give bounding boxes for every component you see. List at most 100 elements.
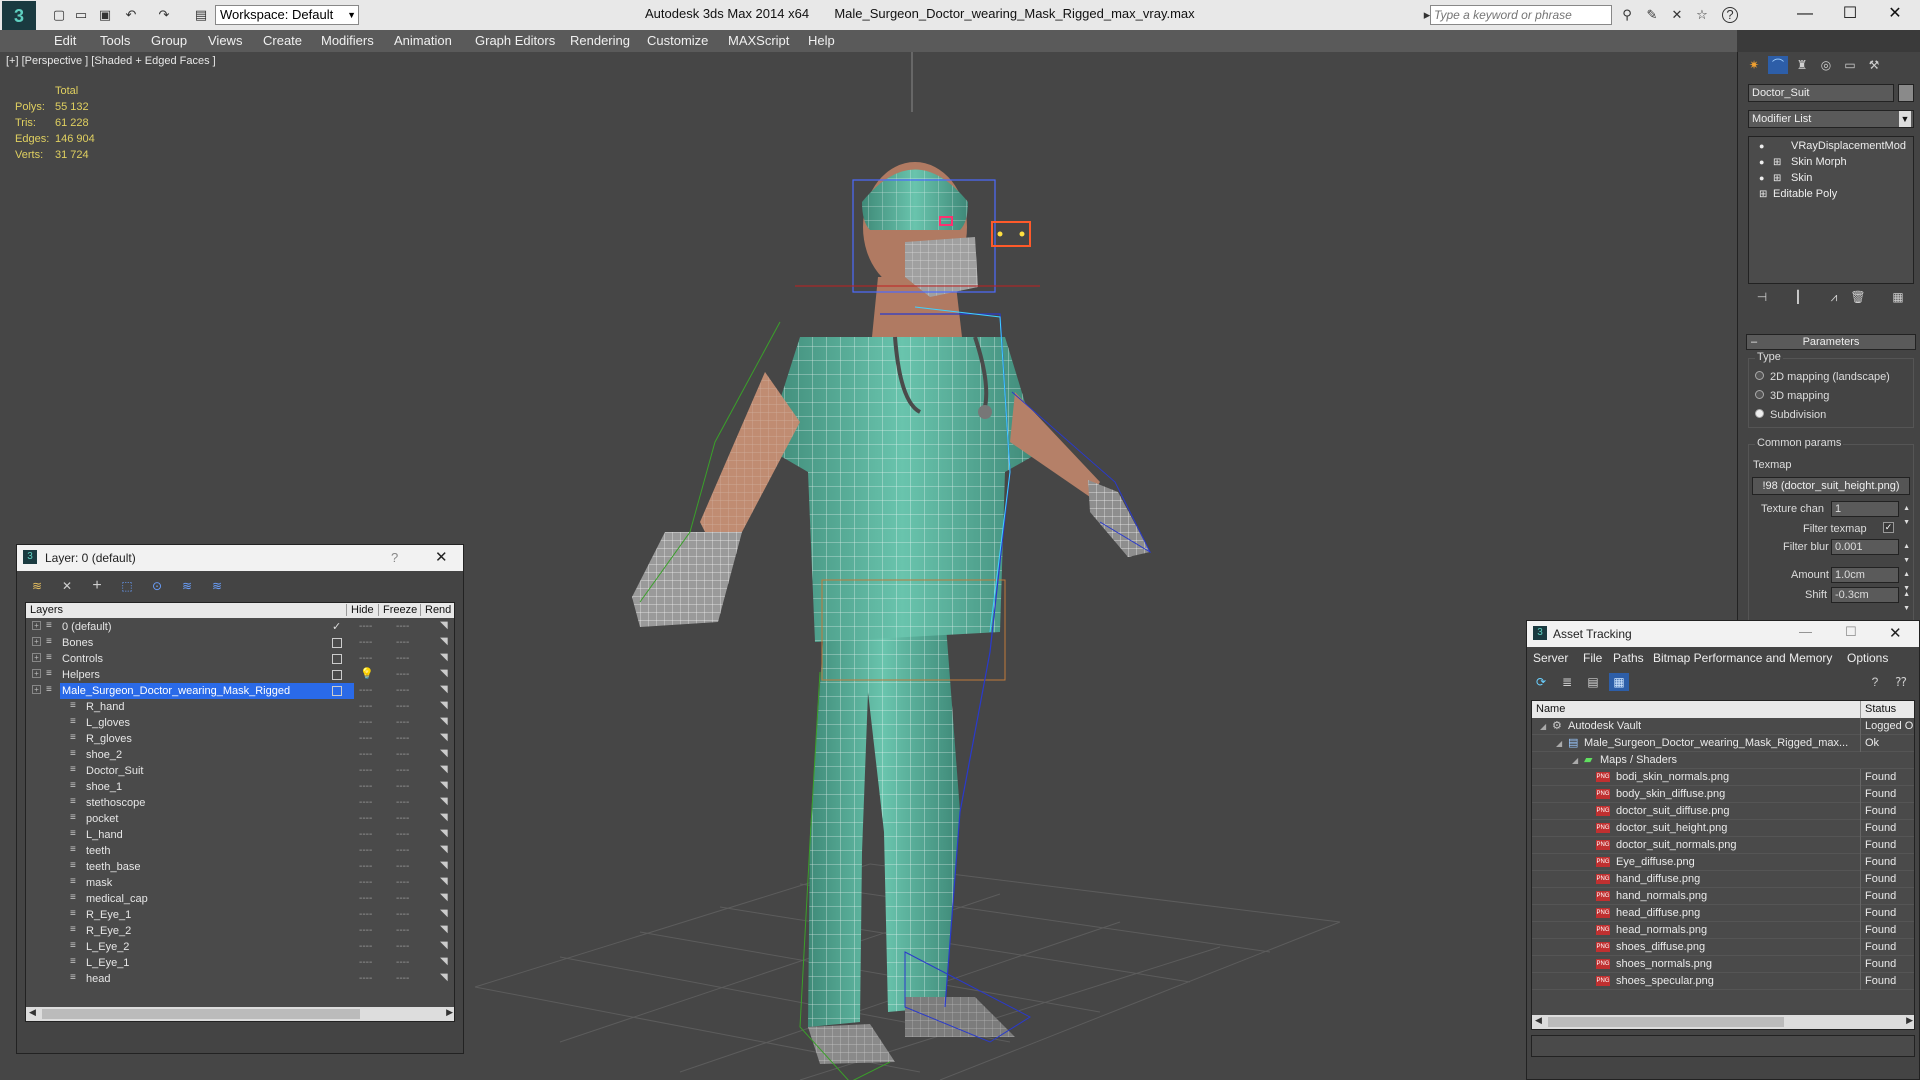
at-menu-paths[interactable]: Paths (1613, 651, 1644, 665)
layer-row[interactable]: + ≡ Helpers 💡 ---- ◥ (26, 667, 454, 683)
hide-toggle[interactable]: ---- (359, 686, 372, 696)
layer-row[interactable]: ≡ R_Eye_2 ---- ---- ◥ (26, 923, 454, 939)
layer-row[interactable]: ≡ R_Eye_1 ---- ---- ◥ (26, 907, 454, 923)
layer-row[interactable]: ≡ R_gloves ---- ---- ◥ (26, 731, 454, 747)
spinner-arrows-icon[interactable]: ▲ ▼ (1903, 588, 1910, 616)
pin-stack-icon[interactable]: ⊣ (1752, 288, 1772, 306)
close-icon[interactable]: ✕ (435, 548, 448, 566)
asset-row[interactable]: PNG Eye_diffuse.png Found (1532, 854, 1914, 871)
asset-row[interactable]: PNG doctor_suit_height.png Found (1532, 820, 1914, 837)
freeze-toggle[interactable]: ---- (396, 654, 409, 664)
hidden-lightbulb-icon[interactable]: 💡 (360, 667, 374, 680)
highlight-layer-icon[interactable]: ⊙ (147, 577, 167, 595)
configure-modifier-sets-icon[interactable]: ▦ (1888, 288, 1908, 306)
scrollbar-thumb[interactable] (42, 1009, 360, 1019)
column-layers[interactable]: Layers (30, 604, 63, 616)
scrollbar-thumb[interactable] (1548, 1017, 1784, 1027)
render-teapot-icon[interactable]: ◥ (440, 668, 448, 679)
hide-toggle[interactable]: ---- (359, 718, 372, 728)
hide-toggle[interactable]: ---- (359, 814, 372, 824)
freeze-toggle[interactable]: ---- (396, 910, 409, 920)
layer-row[interactable]: ≡ shoe_1 ---- ---- ◥ (26, 779, 454, 795)
asset-path-field[interactable] (1531, 1035, 1915, 1057)
render-teapot-icon[interactable]: ◥ (440, 812, 448, 823)
object-name-field[interactable]: Doctor_Suit (1748, 84, 1894, 102)
hide-toggle[interactable]: ---- (359, 846, 372, 856)
asset-row[interactable]: ◢ ⚙ Autodesk Vault Logged O (1532, 718, 1914, 735)
help-icon[interactable]: ? (1865, 673, 1885, 691)
asset-row[interactable]: ◢ ▰ Maps / Shaders (1532, 752, 1914, 769)
render-teapot-icon[interactable]: ◥ (440, 764, 448, 775)
undo-icon[interactable]: ↶ (122, 7, 140, 23)
freeze-toggle[interactable]: ---- (396, 846, 409, 856)
freeze-toggle[interactable]: ---- (396, 878, 409, 888)
render-teapot-icon[interactable]: ◥ (440, 972, 448, 983)
render-teapot-icon[interactable]: ◥ (440, 796, 448, 807)
menu-animation[interactable]: Animation (394, 33, 452, 48)
freeze-toggle[interactable]: ---- (396, 782, 409, 792)
modifier-list-dropdown[interactable]: Modifier List ▼ (1748, 110, 1914, 128)
spinner-arrows-icon[interactable]: ▲ ▼ (1903, 502, 1910, 530)
expand-plus-icon[interactable]: ⊞ (1773, 155, 1781, 170)
hide-toggle[interactable]: ---- (359, 958, 372, 968)
render-teapot-icon[interactable]: ◥ (440, 700, 448, 711)
freeze-toggle[interactable]: ---- (396, 942, 409, 952)
render-teapot-icon[interactable]: ◥ (440, 844, 448, 855)
freeze-toggle[interactable]: ---- (396, 862, 409, 872)
render-teapot-icon[interactable]: ◥ (440, 748, 448, 759)
hide-toggle[interactable]: ---- (359, 942, 372, 952)
asset-row[interactable]: PNG shoes_diffuse.png Found (1532, 939, 1914, 956)
current-layer-checkbox[interactable] (332, 638, 342, 648)
hide-toggle[interactable]: ---- (359, 862, 372, 872)
freeze-toggle[interactable]: ---- (396, 894, 409, 904)
help-icon[interactable]: ? (1722, 7, 1738, 23)
list-view-icon[interactable]: ≣ (1557, 673, 1577, 691)
render-teapot-icon[interactable]: ◥ (440, 732, 448, 743)
search-field[interactable] (1431, 6, 1609, 24)
spinner-arrows-icon[interactable]: ▲ ▼ (1903, 540, 1910, 568)
filter-texmap-checkbox[interactable]: ✓ (1883, 522, 1894, 533)
new-file-icon[interactable]: ▢ (50, 7, 68, 23)
texmap-button[interactable]: !98 (doctor_suit_height.png) (1752, 477, 1910, 495)
freeze-toggle[interactable]: ---- (396, 798, 409, 808)
tree-expander-icon[interactable]: ◢ (1556, 735, 1562, 752)
render-teapot-icon[interactable]: ◥ (440, 860, 448, 871)
exchange-icon[interactable]: ✕ (1668, 7, 1686, 23)
radio-3d-mapping[interactable]: 3D mapping (1755, 390, 1829, 402)
favorites-icon[interactable]: ☆ (1693, 7, 1711, 23)
render-teapot-icon[interactable]: ◥ (440, 620, 448, 631)
layer-dialog-titlebar[interactable]: 3 Layer: 0 (default) ? ✕ (17, 545, 463, 571)
display-tab-icon[interactable]: ▭ (1840, 56, 1860, 74)
at-menu-bitmap-performance[interactable]: Bitmap Performance and Memory (1653, 651, 1832, 665)
freeze-all-icon[interactable]: ≋ (207, 577, 227, 595)
amount-spinner[interactable]: 1.0cm ▲ ▼ (1831, 567, 1910, 592)
current-layer-checkbox[interactable] (332, 686, 342, 696)
current-layer-checkbox[interactable] (332, 654, 342, 664)
freeze-toggle[interactable]: ---- (396, 702, 409, 712)
menu-edit[interactable]: Edit (54, 33, 76, 48)
radio-button[interactable] (1755, 390, 1764, 399)
open-file-icon[interactable]: ▭ (72, 7, 90, 23)
hide-toggle[interactable]: ---- (359, 638, 372, 648)
layer-row[interactable]: ≡ L_Eye_1 ---- ---- ◥ (26, 955, 454, 971)
asset-row[interactable]: PNG bodi_skin_normals.png Found (1532, 769, 1914, 786)
lightbulb-icon[interactable]: ● (1759, 171, 1764, 186)
hide-toggle[interactable]: ---- (359, 830, 372, 840)
tools-icon[interactable]: ✎ (1643, 7, 1661, 23)
layer-row[interactable]: + ≡ Bones ---- ---- ◥ (26, 635, 454, 651)
hide-toggle[interactable]: ---- (359, 894, 372, 904)
hide-toggle[interactable]: ---- (359, 910, 372, 920)
layer-row[interactable]: ≡ head ---- ---- ◥ (26, 971, 454, 987)
radio-button[interactable] (1755, 371, 1764, 380)
layer-row[interactable]: ≡ shoe_2 ---- ---- ◥ (26, 747, 454, 763)
asset-tracking-titlebar[interactable]: 3 Asset Tracking — ☐ ✕ (1527, 621, 1919, 647)
table-view-icon[interactable]: ▦ (1609, 673, 1629, 691)
menu-modifiers[interactable]: Modifiers (321, 33, 374, 48)
render-teapot-icon[interactable]: ◥ (440, 892, 448, 903)
binoculars-icon[interactable]: ⚲ (1618, 7, 1636, 23)
layer-row[interactable]: ≡ R_hand ---- ---- ◥ (26, 699, 454, 715)
freeze-toggle[interactable]: ---- (396, 638, 409, 648)
redo-icon[interactable]: ↷ (155, 7, 173, 23)
column-freeze[interactable]: Freeze (378, 604, 417, 616)
minimize-icon[interactable]: — (1785, 3, 1825, 25)
